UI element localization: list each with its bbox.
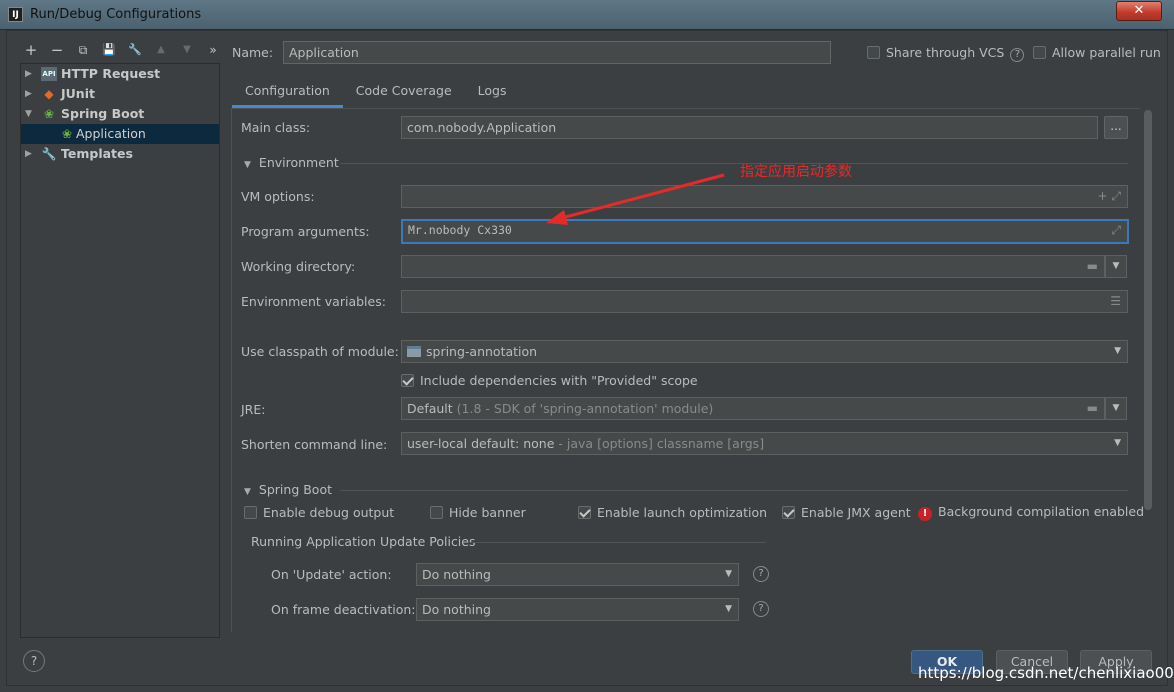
config-tree: ▶ API HTTP Request ▶ ◆ JUnit ▼ ❀ Spring …: [20, 63, 220, 638]
enable-debug-checkbox[interactable]: [244, 506, 257, 519]
chevron-down-icon: ▼: [1114, 438, 1121, 448]
chevron-down-icon[interactable]: ▼: [1105, 255, 1127, 278]
main-class-label: Main class:: [241, 120, 311, 135]
wrench-icon[interactable]: 🔧: [124, 40, 146, 60]
include-dependencies-option[interactable]: Include dependencies with "Provided" sco…: [401, 373, 698, 388]
vertical-scrollbar[interactable]: [1142, 108, 1154, 632]
tab-logs[interactable]: Logs: [465, 80, 520, 108]
parallel-run-checkbox[interactable]: [1033, 46, 1046, 59]
error-icon: !: [918, 507, 932, 521]
intellij-icon: IJ: [8, 7, 23, 22]
working-directory-label: Working directory:: [241, 259, 356, 274]
section-divider: [340, 163, 1128, 164]
share-vcs-checkbox[interactable]: [867, 46, 880, 59]
share-vcs-option[interactable]: Share through VCS?: [867, 45, 1025, 62]
vm-options-input[interactable]: + ⤢: [401, 185, 1128, 208]
expand-arrow-icon[interactable]: ▶: [25, 144, 32, 164]
environment-section-toggle[interactable]: ▼ Environment: [244, 155, 339, 170]
vm-options-label: VM options:: [241, 189, 315, 204]
classpath-module-label: Use classpath of module:: [241, 344, 399, 359]
background-compilation-status: ! Background compilation enabled: [918, 504, 1144, 521]
copy-icon[interactable]: ⧉: [72, 40, 94, 60]
expand-arrow-icon[interactable]: ▶: [25, 64, 32, 84]
section-divider: [340, 490, 1128, 491]
working-directory-input[interactable]: ▬: [401, 255, 1105, 278]
api-icon: API: [41, 67, 57, 81]
tab-configuration[interactable]: Configuration: [232, 80, 343, 108]
environment-variables-input[interactable]: ☰: [401, 290, 1128, 313]
on-update-label: On 'Update' action:: [271, 567, 392, 582]
browse-main-class-button[interactable]: ...: [1104, 116, 1128, 139]
spring-boot-section-toggle[interactable]: ▼ Spring Boot: [244, 482, 332, 497]
hide-banner-checkbox[interactable]: [430, 506, 443, 519]
help-icon[interactable]: ?: [753, 566, 769, 582]
program-arguments-label: Program arguments:: [241, 224, 370, 239]
help-icon[interactable]: ?: [753, 601, 769, 617]
close-button[interactable]: ✕: [1116, 1, 1162, 21]
module-icon: [407, 346, 421, 357]
annotation-text: 指定应用启动参数: [740, 164, 852, 180]
section-divider: [468, 542, 766, 543]
collapse-arrow-icon: ▼: [244, 160, 251, 170]
move-up-icon[interactable]: ▲: [150, 40, 172, 60]
wrench-icon: 🔧: [41, 147, 57, 161]
folder-icon[interactable]: ▬: [1087, 398, 1098, 419]
include-dependencies-checkbox[interactable]: [401, 374, 414, 387]
window-title: Run/Debug Configurations: [30, 7, 202, 22]
tree-item-http-request[interactable]: ▶ API HTTP Request: [21, 64, 219, 84]
on-frame-deactivation-label: On frame deactivation:: [271, 602, 416, 617]
help-icon[interactable]: ?: [1010, 48, 1025, 62]
on-update-select[interactable]: Do nothing ▼: [416, 563, 739, 586]
chevron-down-icon: ▼: [1114, 346, 1121, 356]
config-toolbar: + − ⧉ 💾 🔧 ▲ ▼ »: [20, 40, 224, 60]
enable-debug-option[interactable]: Enable debug output: [244, 505, 394, 520]
spring-boot-icon: ❀: [43, 107, 55, 121]
title-bar: IJ Run/Debug Configurations ✕: [0, 0, 1174, 30]
tree-item-application[interactable]: ❀ Application: [21, 124, 219, 144]
collapse-arrow-icon[interactable]: ▼: [25, 104, 32, 124]
name-input[interactable]: Application: [283, 41, 831, 64]
folder-icon[interactable]: ▬: [1087, 256, 1098, 277]
expand-arrow-icon[interactable]: ▶: [25, 84, 32, 104]
jre-label: JRE:: [241, 402, 266, 417]
jre-input[interactable]: Default (1.8 - SDK of 'spring-annotation…: [401, 397, 1105, 420]
collapse-arrow-icon: ▼: [244, 487, 251, 497]
spring-app-icon: ❀: [61, 127, 73, 141]
tree-item-templates[interactable]: ▶ 🔧 Templates: [21, 144, 219, 164]
expand-icon[interactable]: ⤢: [1111, 221, 1121, 240]
program-arguments-input[interactable]: Mr.nobody Cx330 ⤢: [401, 219, 1129, 244]
chevron-down-icon: ▼: [725, 604, 732, 614]
scroll-thumb[interactable]: [1144, 110, 1152, 510]
jmx-agent-option[interactable]: Enable JMX agent: [782, 505, 911, 520]
chevron-down-icon: ▼: [725, 569, 732, 579]
jmx-agent-checkbox[interactable]: [782, 506, 795, 519]
add-icon[interactable]: +: [20, 40, 42, 60]
help-button[interactable]: ?: [23, 650, 45, 672]
expand-icon[interactable]: + ⤢: [1098, 186, 1121, 207]
tree-item-junit[interactable]: ▶ ◆ JUnit: [21, 84, 219, 104]
name-label: Name:: [232, 45, 274, 60]
move-down-icon[interactable]: ▼: [176, 40, 198, 60]
watermark-text: https://blog.csdn.net/chenlixiao007: [918, 664, 1174, 682]
junit-icon: ◆: [44, 87, 54, 101]
update-policies-heading: Running Application Update Policies: [251, 534, 476, 549]
config-tabs: Configuration Code Coverage Logs: [232, 80, 520, 108]
chevron-down-icon[interactable]: ▼: [1105, 397, 1127, 420]
environment-variables-label: Environment variables:: [241, 294, 386, 309]
shorten-command-line-label: Shorten command line:: [241, 437, 388, 452]
on-frame-deactivation-select[interactable]: Do nothing ▼: [416, 598, 739, 621]
launch-optimization-checkbox[interactable]: [578, 506, 591, 519]
hide-banner-option[interactable]: Hide banner: [430, 505, 526, 520]
list-icon[interactable]: ☰: [1110, 291, 1121, 312]
more-icon[interactable]: »: [202, 40, 224, 60]
save-icon[interactable]: 💾: [98, 40, 120, 60]
parallel-run-option[interactable]: Allow parallel run: [1033, 45, 1161, 60]
tab-code-coverage[interactable]: Code Coverage: [343, 80, 465, 108]
shorten-command-line-select[interactable]: user-local default: none - java [options…: [401, 432, 1128, 455]
classpath-module-select[interactable]: spring-annotation ▼: [401, 340, 1128, 363]
tree-item-spring-boot[interactable]: ▼ ❀ Spring Boot: [21, 104, 219, 124]
launch-optimization-option[interactable]: Enable launch optimization: [578, 505, 767, 520]
main-class-input[interactable]: com.nobody.Application: [401, 116, 1098, 139]
remove-icon[interactable]: −: [46, 40, 68, 60]
